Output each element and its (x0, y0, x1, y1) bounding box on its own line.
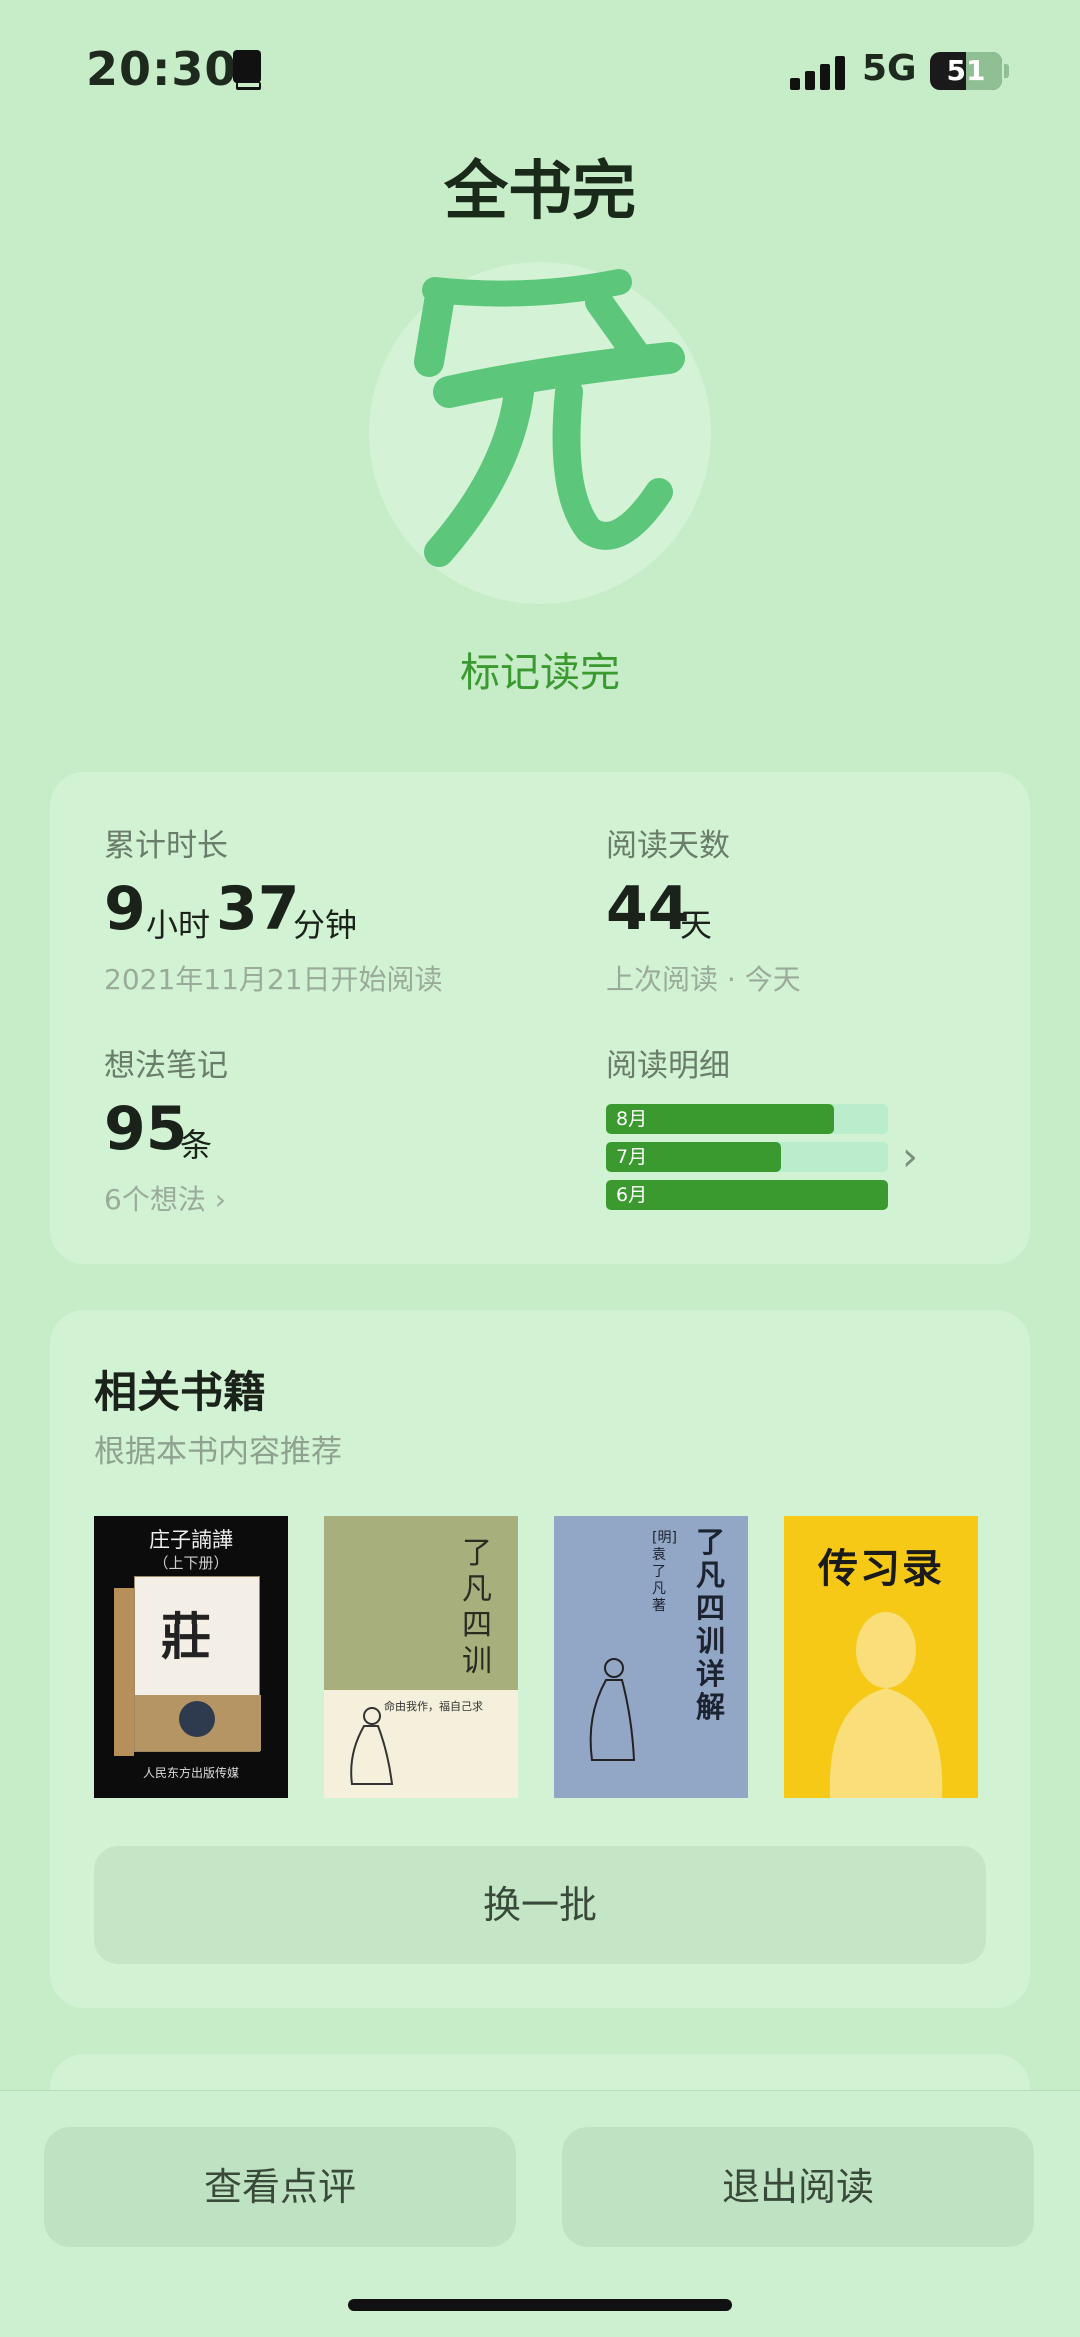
total-time-hours: 9 (104, 874, 146, 944)
month-bar: 6月 (606, 1180, 888, 1210)
book-subtitle: （上下册） (153, 1554, 229, 1572)
book-cover[interactable]: 庄子諵譁 （上下册） 莊 人民东方出版传媒 (94, 1516, 288, 1798)
book-cover[interactable]: 了凡四训 命由我作，福自己求 (324, 1516, 518, 1798)
battery-level: 51 (946, 54, 986, 87)
signal-icon (790, 56, 845, 90)
book-tagline: 命由我作，福自己求 (384, 1700, 483, 1713)
page-title: 全书完 (444, 154, 636, 229)
book-cover[interactable]: 传习录 (784, 1516, 978, 1798)
view-reviews-button[interactable]: 查看点评 (44, 2127, 516, 2247)
bottom-action-bar: 查看点评 退出阅读 (0, 2090, 1080, 2337)
mark-finished-button[interactable]: 标记读完 (0, 640, 1080, 698)
book-cover[interactable]: 了凡四训详解 [明] 袁了凡 著 (554, 1516, 748, 1798)
last-read: 上次阅读 · 今天 (606, 963, 801, 996)
reading-days-label: 阅读天数 (606, 828, 730, 864)
battery-tip (1004, 64, 1009, 78)
clock: 20:30 (86, 42, 238, 96)
finished-seal-icon (369, 262, 711, 604)
notes-label: 想法笔记 (104, 1048, 228, 1084)
reading-detail-label: 阅读明细 (606, 1048, 730, 1084)
month-label: 8月 (616, 1108, 648, 1130)
exit-reading-button[interactable]: 退出阅读 (562, 2127, 1034, 2247)
related-subtitle: 根据本书内容推荐 (94, 1434, 342, 1470)
book-cover-char: 莊 (161, 1607, 211, 1666)
figure-silhouette (829, 1612, 943, 1798)
minutes-unit: 分钟 (293, 906, 358, 944)
notes-value: 95 (104, 1094, 188, 1164)
reading-days-value: 44 (606, 874, 690, 944)
book-title: 传习录 (818, 1545, 944, 1592)
month-bar: 8月 (606, 1104, 888, 1134)
hours-unit: 小时 (146, 906, 211, 944)
figure-illustration (350, 1707, 394, 1785)
battery-icon: 51 (930, 52, 1002, 90)
month-label: 6月 (616, 1184, 648, 1206)
days-unit: 天 (680, 906, 713, 944)
book-publisher: 人民东方出版传媒 (142, 1766, 239, 1780)
book-illustration: 莊 (134, 1576, 261, 1752)
thoughts-count: 6个想法 (104, 1183, 206, 1216)
book-title: 了凡四训详解 (696, 1525, 726, 1724)
total-time-label: 累计时长 (104, 828, 228, 864)
month-label: 7月 (616, 1146, 648, 1168)
figure-illustration (589, 1658, 636, 1761)
chevron-right-icon: › (902, 1134, 918, 1180)
home-indicator (348, 2299, 732, 2311)
thoughts-link[interactable]: 6个想法 › (104, 1178, 226, 1218)
book-icon (233, 50, 261, 90)
related-title: 相关书籍 (94, 1368, 266, 1418)
related-books-card: 相关书籍 根据本书内容推荐 庄子諵譁 （上下册） 莊 人民东方出版传媒 了凡四训… (50, 1310, 1030, 2008)
notes-unit: 条 (180, 1126, 213, 1164)
network-type: 5G (862, 48, 917, 89)
book-author: [明] 袁了凡 著 (652, 1530, 677, 1614)
status-bar: 20:30 5G 51 (0, 0, 1080, 140)
month-bar-fill (606, 1180, 888, 1210)
month-bar: 7月 (606, 1142, 888, 1172)
start-date: 2021年11月21日开始阅读 (104, 963, 443, 996)
book-title: 庄子諵譁 (149, 1528, 233, 1552)
total-time-minutes: 37 (216, 874, 300, 944)
book-title: 了凡四训 (462, 1536, 492, 1679)
reading-stats-card: 累计时长 9 小时 37 分钟 2021年11月21日开始阅读 阅读天数 44 … (50, 772, 1030, 1264)
chevron-right-icon: › (214, 1183, 226, 1216)
swap-batch-button[interactable]: 换一批 (94, 1846, 986, 1964)
